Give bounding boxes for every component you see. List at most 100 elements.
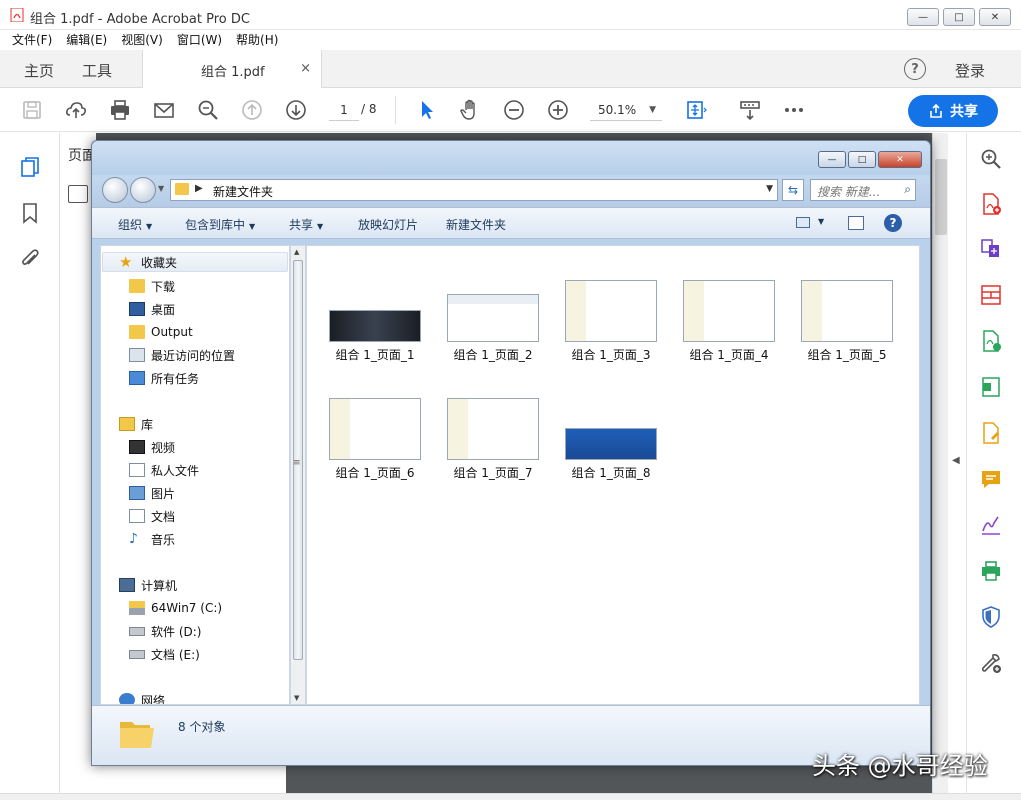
cloud-upload-icon[interactable] xyxy=(64,98,88,122)
zoom-tool-icon[interactable] xyxy=(979,147,1003,171)
page-down-icon[interactable] xyxy=(284,98,308,122)
tab-home[interactable]: 主页 xyxy=(24,60,54,81)
nav-item-drive-e[interactable]: 文档 (E:) xyxy=(129,644,200,664)
close-button[interactable]: ✕ xyxy=(979,8,1011,26)
sign-icon[interactable] xyxy=(979,513,1003,537)
scroll-up-icon[interactable]: ▲ xyxy=(294,248,299,256)
page-number-input[interactable]: 1 xyxy=(329,99,359,121)
organize-pages-icon[interactable] xyxy=(979,283,1003,307)
file-item[interactable]: 组合 1_页面_3 xyxy=(561,280,661,370)
pages-options-icon[interactable] xyxy=(68,185,88,203)
explorer-close-button[interactable]: ✕ xyxy=(878,151,922,168)
nav-item-drive-c[interactable]: 64Win7 (C:) xyxy=(129,598,222,618)
page-thumbnails-icon[interactable] xyxy=(18,155,42,179)
scroll-down-icon[interactable]: ▼ xyxy=(294,694,299,702)
help-icon[interactable]: ? xyxy=(904,58,926,80)
share-button[interactable]: 共享 xyxy=(908,95,998,127)
search-icon[interactable]: ⌕ xyxy=(904,182,911,197)
minimize-button[interactable]: — xyxy=(907,8,939,26)
hand-tool-icon[interactable] xyxy=(458,98,482,122)
attachments-icon[interactable] xyxy=(18,247,42,271)
fill-sign-icon[interactable] xyxy=(979,421,1003,445)
nav-item-drive-d[interactable]: 软件 (D:) xyxy=(129,621,201,641)
address-bar[interactable]: ▶ 新建文件夹 ▼ xyxy=(170,179,778,201)
nav-computer[interactable]: 计算机 xyxy=(119,575,177,595)
zoom-in-icon[interactable] xyxy=(546,98,570,122)
nav-item-downloads[interactable]: 下载 xyxy=(129,276,175,296)
nav-libraries[interactable]: 库 xyxy=(119,414,153,434)
login-button[interactable]: 登录 xyxy=(955,60,985,81)
navigation-scrollbar[interactable]: ▲ ≡ ▼ xyxy=(290,245,306,705)
menu-file[interactable]: 文件(F) xyxy=(12,30,52,50)
scroll-mode-icon[interactable] xyxy=(738,98,762,122)
explorer-maximize-button[interactable]: □ xyxy=(848,151,876,168)
change-view-icon[interactable] xyxy=(796,217,810,228)
protect-icon[interactable] xyxy=(979,605,1003,629)
zoom-level-select[interactable]: 50.1% ▼ xyxy=(590,99,662,121)
comment-icon[interactable] xyxy=(979,467,1003,491)
preview-pane-icon[interactable] xyxy=(848,216,864,230)
save-icon[interactable] xyxy=(20,98,44,122)
file-item[interactable]: 组合 1_页面_4 xyxy=(679,280,779,370)
share-menu[interactable]: 共享 ▼ xyxy=(289,216,323,233)
more-options-icon[interactable] xyxy=(782,98,806,122)
bookmarks-icon[interactable] xyxy=(18,201,42,225)
file-item[interactable]: 组合 1_页面_5 xyxy=(797,280,897,370)
nav-item-videos[interactable]: 视频 xyxy=(129,437,175,457)
maximize-button[interactable]: □ xyxy=(943,8,975,26)
nav-item-output[interactable]: Output xyxy=(129,322,193,342)
history-dropdown-icon[interactable]: ▼ xyxy=(158,184,164,193)
refresh-icon[interactable]: ⇆ xyxy=(782,179,804,201)
explorer-title-bar[interactable]: — □ ✕ xyxy=(92,141,930,175)
print-production-icon[interactable] xyxy=(979,559,1003,583)
nav-item-recent-places[interactable]: 最近访问的位置 xyxy=(129,345,235,365)
include-in-library-menu[interactable]: 包含到库中 ▼ xyxy=(185,216,255,233)
collapse-panel-icon[interactable]: ◀ xyxy=(952,455,960,466)
explorer-minimize-button[interactable]: — xyxy=(818,151,846,168)
menu-view[interactable]: 视图(V) xyxy=(121,30,163,50)
file-item[interactable]: 组合 1_页面_1 xyxy=(325,280,425,370)
nav-item-documents[interactable]: 文档 xyxy=(129,506,175,526)
menu-window[interactable]: 窗口(W) xyxy=(177,30,222,50)
search-input[interactable]: 搜索 新建... ⌕ xyxy=(810,179,916,201)
forward-button[interactable] xyxy=(130,177,156,203)
file-item[interactable]: 组合 1_页面_7 xyxy=(443,398,543,488)
more-tools-icon[interactable] xyxy=(979,651,1003,675)
nav-item-pictures[interactable]: 图片 xyxy=(129,483,175,503)
search-zoom-icon[interactable] xyxy=(196,98,220,122)
nav-item-all-tasks[interactable]: 所有任务 xyxy=(129,368,199,388)
email-icon[interactable] xyxy=(152,98,176,122)
back-button[interactable] xyxy=(102,177,128,203)
print-icon[interactable] xyxy=(108,98,132,122)
file-item[interactable]: 组合 1_页面_6 xyxy=(325,398,425,488)
nav-favorites[interactable]: ★ 收藏夹 xyxy=(102,252,288,272)
new-folder-button[interactable]: 新建文件夹 xyxy=(446,216,506,233)
page-up-icon[interactable] xyxy=(240,98,264,122)
organize-menu[interactable]: 组织 ▼ xyxy=(118,216,152,233)
file-item[interactable]: 组合 1_页面_2 xyxy=(443,280,543,370)
edit-pdf-icon[interactable] xyxy=(979,375,1003,399)
fit-page-icon[interactable] xyxy=(684,98,708,122)
explorer-help-icon[interactable]: ? xyxy=(884,214,902,232)
select-cursor-icon[interactable] xyxy=(415,98,439,122)
nav-item-desktop[interactable]: 桌面 xyxy=(129,299,175,319)
zoom-out-icon[interactable] xyxy=(502,98,526,122)
menu-edit[interactable]: 编辑(E) xyxy=(66,30,107,50)
view-dropdown-icon[interactable]: ▼ xyxy=(818,217,824,226)
document-scrollbar[interactable] xyxy=(932,133,948,793)
combine-files-icon[interactable] xyxy=(979,237,1003,261)
tab-tools[interactable]: 工具 xyxy=(82,60,112,81)
create-pdf-icon[interactable] xyxy=(979,192,1003,216)
address-dropdown-icon[interactable]: ▼ xyxy=(766,184,773,194)
export-pdf-icon[interactable] xyxy=(979,329,1003,353)
breadcrumb-arrow-icon[interactable]: ▶ xyxy=(195,183,203,194)
nav-network[interactable]: 网络 xyxy=(119,690,165,704)
tab-close-icon[interactable]: × xyxy=(300,61,311,76)
file-item[interactable]: 组合 1_页面_8 xyxy=(561,398,661,488)
nav-item-private-files[interactable]: 私人文件 xyxy=(129,460,199,480)
menu-help[interactable]: 帮助(H) xyxy=(236,30,278,50)
tab-document[interactable]: 组合 1.pdf × xyxy=(142,50,322,88)
slideshow-button[interactable]: 放映幻灯片 xyxy=(358,216,418,233)
nav-item-music[interactable]: ♪ 音乐 xyxy=(129,529,175,549)
document-scrollbar-thumb[interactable] xyxy=(935,159,947,235)
